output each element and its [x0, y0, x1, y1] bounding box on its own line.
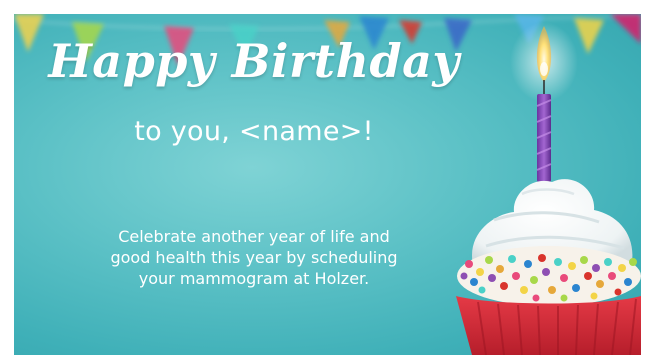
sprinkles: [457, 246, 641, 306]
candle-icon: [536, 94, 552, 182]
headline-happy-birthday: Happy Birthday: [48, 34, 460, 88]
body-line: your mammogram at Holzer.: [138, 269, 370, 288]
cupcake-liner: [456, 296, 641, 355]
body-message: Celebrate another year of life and good …: [34, 226, 474, 289]
email-frame: Happy Birthday to you, <name>! Celebrate…: [0, 0, 654, 355]
body-line: Celebrate another year of life and: [118, 227, 390, 246]
body-line: good health this year by scheduling: [110, 248, 398, 267]
birthday-card: Happy Birthday to you, <name>! Celebrate…: [14, 14, 641, 355]
cupcake-icon: [456, 22, 641, 355]
recipient-greeting: to you, <name>!: [134, 116, 374, 147]
